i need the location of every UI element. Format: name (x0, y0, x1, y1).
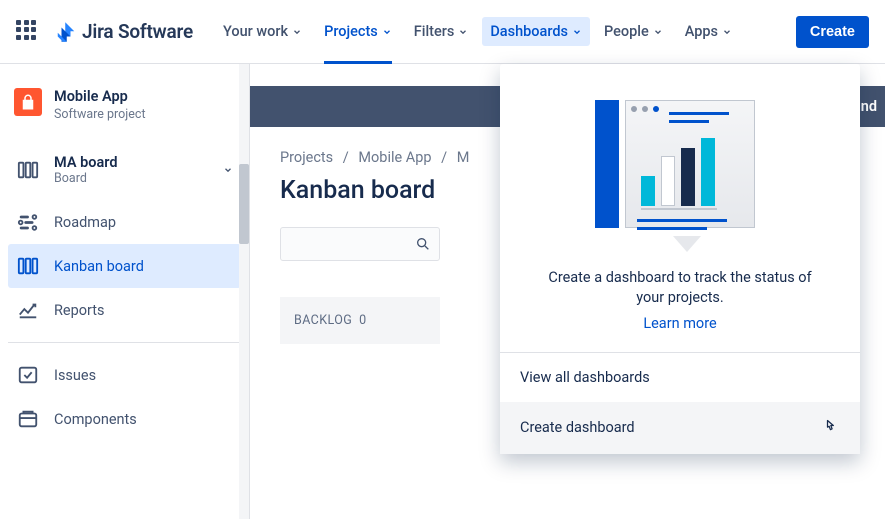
roadmap-icon (16, 210, 40, 234)
nav-label: Dashboards (490, 23, 568, 40)
sidebar-item-label: Issues (54, 367, 96, 384)
board-selector-title: MA board (54, 154, 118, 171)
sidebar-item-roadmap[interactable]: Roadmap (8, 200, 241, 244)
board-icon (16, 254, 40, 278)
app-switcher-icon[interactable] (16, 20, 40, 44)
learn-more-link[interactable]: Learn more (500, 315, 860, 352)
sidebar-item-issues[interactable]: Issues (8, 353, 241, 397)
breadcrumb-item[interactable]: Mobile App (358, 149, 431, 166)
dropdown-item-label: View all dashboards (520, 369, 650, 386)
dashboards-dropdown: Create a dashboard to track the status o… (500, 64, 860, 454)
nav-dashboards[interactable]: Dashboards (482, 17, 590, 46)
dropdown-illustration (500, 64, 860, 262)
jira-icon (54, 20, 78, 44)
nav-label: Projects (324, 23, 378, 40)
project-name: Mobile App (54, 88, 146, 105)
chevron-down-icon (382, 27, 392, 37)
kanban-column-header: BACKLOG 0 (280, 297, 440, 344)
view-all-dashboards-item[interactable]: View all dashboards (500, 353, 860, 402)
column-label: BACKLOG (294, 313, 352, 328)
sidebar-item-label: Roadmap (54, 214, 116, 231)
create-button[interactable]: Create (796, 16, 869, 48)
top-nav: Jira Software Your work Projects Filters… (0, 0, 885, 64)
nav-filters[interactable]: Filters (406, 17, 477, 46)
breadcrumb-item[interactable]: M (457, 149, 470, 166)
cursor-pointer-icon (820, 418, 840, 438)
search-input[interactable] (280, 227, 440, 261)
project-type: Software project (54, 107, 146, 122)
nav-label: Apps (685, 23, 718, 40)
create-dashboard-item[interactable]: Create dashboard (500, 402, 860, 454)
sidebar-item-reports[interactable]: Reports (8, 288, 241, 332)
sidebar-item-kanban-board[interactable]: Kanban board (8, 244, 241, 288)
reports-icon (16, 298, 40, 322)
chevron-down-icon (458, 27, 468, 37)
issues-icon (16, 363, 40, 387)
scrollbar-thumb[interactable] (239, 164, 249, 244)
sidebar-item-label: Reports (54, 302, 105, 319)
board-icon (16, 158, 40, 182)
sidebar-item-label: Components (54, 411, 137, 428)
chevron-down-icon (572, 27, 582, 37)
nav-projects[interactable]: Projects (316, 17, 400, 46)
project-header: Mobile App Software project (8, 88, 241, 146)
dropdown-description: Create a dashboard to track the status o… (500, 262, 860, 315)
chevron-down-icon (223, 165, 233, 175)
sidebar-item-components[interactable]: Components (8, 397, 241, 441)
nav-apps[interactable]: Apps (677, 17, 740, 46)
chevron-down-icon (292, 27, 302, 37)
board-selector-subtitle: Board (54, 171, 118, 186)
column-count: 0 (359, 313, 366, 328)
board-selector[interactable]: MA board Board (8, 146, 241, 194)
scrollbar-track (239, 64, 249, 519)
sidebar-separator (8, 342, 241, 343)
nav-your-work[interactable]: Your work (215, 17, 310, 46)
sidebar: Mobile App Software project MA board Boa… (0, 64, 250, 519)
dropdown-item-label: Create dashboard (520, 419, 635, 436)
nav-label: Your work (223, 23, 288, 40)
product-name: Jira Software (82, 20, 193, 43)
project-icon (14, 88, 42, 116)
components-icon (16, 407, 40, 431)
chevron-down-icon (653, 27, 663, 37)
nav-label: Filters (414, 23, 455, 40)
nav-label: People (604, 23, 649, 40)
sidebar-item-label: Kanban board (54, 258, 144, 275)
nav-people[interactable]: People (596, 17, 671, 46)
breadcrumb-item[interactable]: Projects (280, 149, 333, 166)
search-icon (415, 236, 431, 252)
product-logo[interactable]: Jira Software (54, 20, 193, 44)
chevron-down-icon (722, 27, 732, 37)
